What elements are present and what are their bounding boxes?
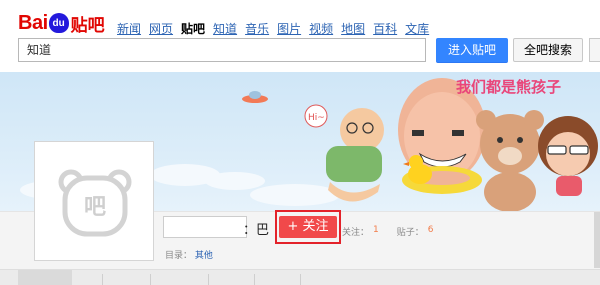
logo-paw-icon: du [48,13,69,33]
forum-stats: 关注： 1 贴子： 6 [342,225,434,238]
tab-separator [150,274,151,285]
follow-button[interactable]: + 关注 [279,216,337,238]
logo-tieba-text: 贴吧 [70,15,105,36]
forum-tab-bar [0,269,600,285]
product-nav: 新闻 网页 贴吧 知道 音乐 图片 视频 地图 百科 文库 [117,20,429,37]
tab-separator [300,274,301,285]
cut-off-button[interactable] [589,38,600,62]
forum-avatar[interactable]: 吧 [34,141,154,261]
category-label: 目录： [165,251,193,261]
posts-count: 6 [427,225,434,235]
nav-images[interactable]: 图片 [277,20,301,37]
nav-web[interactable]: 网页 [149,20,173,37]
avatar-glyph: 吧 [84,195,106,220]
posts-count-label: 贴子： [396,228,424,238]
top-bar: Bai du 贴吧 新闻 网页 贴吧 知道 音乐 图片 视频 地图 百科 文库 … [0,0,600,73]
tab-active[interactable] [18,270,72,285]
nav-zhidao[interactable]: 知道 [213,20,237,37]
follow-count-label: 关注： [342,228,370,238]
category-link[interactable]: 其他 [195,251,213,261]
forum-name-field [163,216,247,238]
nav-map[interactable]: 地图 [341,20,365,37]
forum-category: 目录： 其他 [165,248,213,261]
stats-spacer [383,225,393,238]
forum-name-suffix: ：巴 [243,223,270,238]
search-input[interactable]: 知道 [18,38,426,62]
nav-baike[interactable]: 百科 [373,20,397,37]
all-tieba-search-button[interactable]: 全吧搜索 [513,38,583,62]
follow-count: 1 [373,225,379,235]
banner-scroll-handle[interactable] [594,212,600,268]
nav-video[interactable]: 视频 [309,20,333,37]
nav-music[interactable]: 音乐 [245,20,269,37]
default-avatar-icon: 吧 [58,169,132,237]
baidu-tieba-logo[interactable]: Bai du 贴吧 [18,11,105,36]
nav-news[interactable]: 新闻 [117,20,141,37]
logo-bai-text: Bai [18,11,48,34]
tab-separator [102,274,103,285]
tab-separator [254,274,255,285]
enter-tieba-button[interactable]: 进入贴吧 [436,38,508,63]
nav-tieba: 贴吧 [181,22,206,36]
nav-wenku[interactable]: 文库 [405,20,429,37]
banner-slogan: 我们都是熊孩子 [456,78,561,96]
hi-bubble-text: Hi~ [308,113,325,123]
tab-separator [208,274,209,285]
